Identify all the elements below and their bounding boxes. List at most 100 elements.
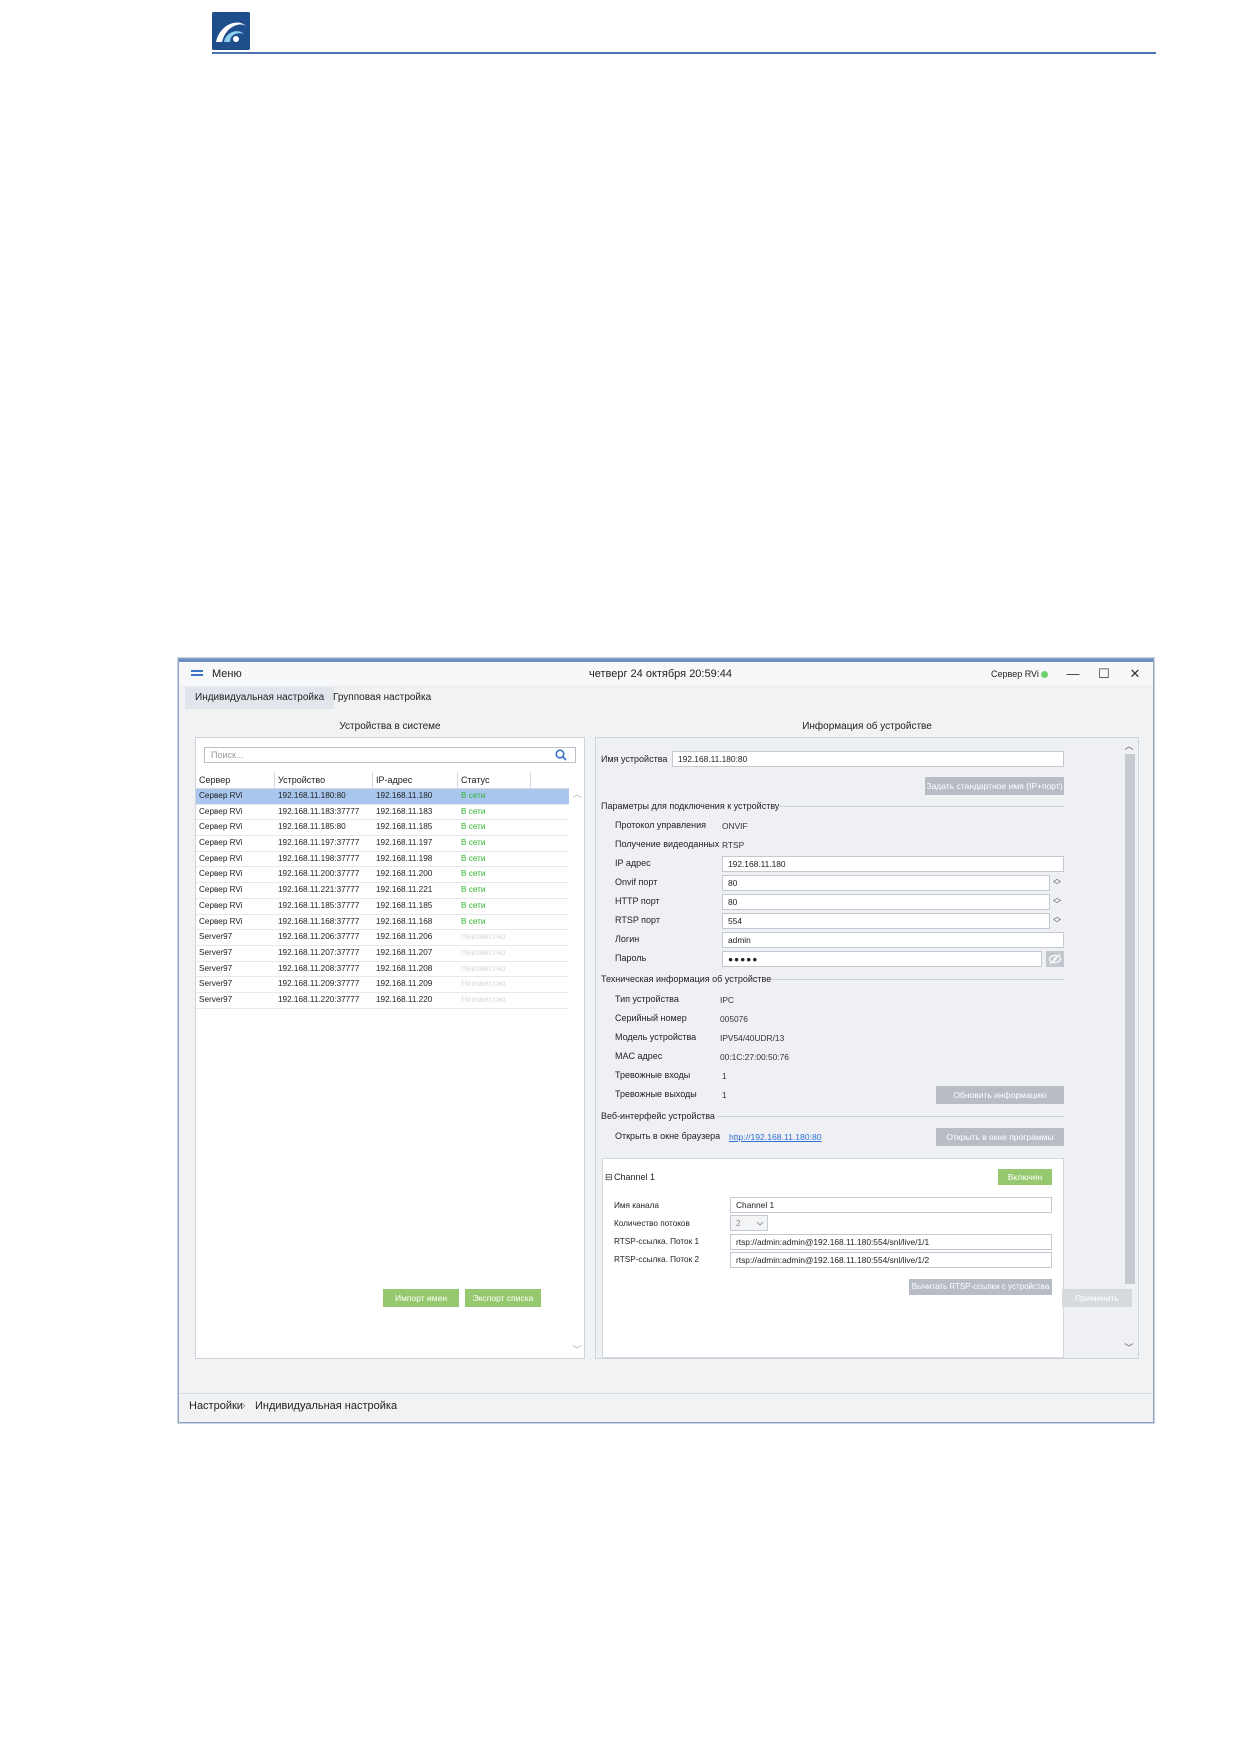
cell-device: 192.168.11.168:37777	[278, 916, 360, 926]
device-type-value: IPC	[720, 995, 734, 1005]
chevron-down-icon[interactable]	[756, 1221, 764, 1227]
table-row[interactable]: Сервер RVi 192.168.11.185:37777 192.168.11…	[196, 899, 569, 915]
ip-label: IP адрес	[615, 858, 651, 868]
table-row[interactable]: Сервер RVi 192.168.11.185:80 192.168.11.18…	[196, 820, 569, 837]
open-in-app-button[interactable]: Открыть в окне программы	[936, 1128, 1064, 1146]
maximize-button[interactable]: ☐	[1094, 665, 1114, 683]
cell-server: Сервер RVi	[199, 791, 243, 800]
import-names-button[interactable]: Импорт имен	[383, 1289, 459, 1307]
tab-group-settings[interactable]: Групповая настройка	[323, 687, 441, 709]
http-port-stepper-icon[interactable]: ︿ ﹀	[1050, 894, 1064, 910]
tech-section-divider	[771, 979, 1064, 980]
column-header-status[interactable]: Статус	[458, 772, 531, 788]
read-rtsp-links-button[interactable]: Вычитать RTSP-ссылки с устройства	[909, 1279, 1052, 1295]
cell-device: 192.168.11.207:37777	[278, 947, 360, 957]
devices-scrollbar[interactable]: ︿ ﹀	[570, 788, 584, 1358]
channel-collapse-icon[interactable]: ⊟	[605, 1172, 613, 1183]
table-row[interactable]: Server97 192.168.11.206:37777 192.168.11.2…	[196, 930, 569, 946]
cell-device: 192.168.11.183:37777	[278, 806, 360, 816]
hamburger-menu-icon[interactable]	[191, 670, 203, 678]
table-row[interactable]: Сервер RVi 192.168.11.197:37777 192.168.11…	[196, 836, 569, 852]
apply-button[interactable]: Применить	[1062, 1289, 1132, 1307]
column-header-ip[interactable]: IP-адрес	[373, 772, 458, 788]
scroll-down-icon[interactable]: ﹀	[571, 1344, 583, 1356]
cell-status: В сети	[461, 822, 486, 832]
channel-enabled-button[interactable]: Включен	[998, 1169, 1052, 1185]
table-row[interactable]: Сервер RVi 192.168.11.168:37777 192.168.11…	[196, 915, 569, 931]
search-input[interactable]	[211, 748, 541, 762]
table-row[interactable]: Сервер RVi 192.168.11.183:37777 192.168.11…	[196, 805, 569, 821]
cell-ip: 192.168.11.200	[376, 869, 433, 879]
device-type-label: Тип устройства	[615, 994, 679, 1004]
device-info-scrollbar[interactable]: ︿ ﹀	[1122, 738, 1138, 1358]
cell-status: В сети	[461, 791, 486, 800]
device-info-panel: Имя устройства 192.168.11.180:80 Задать …	[595, 737, 1139, 1359]
table-row[interactable]: Server97 192.168.11.220:37777 192.168.11.2…	[196, 993, 569, 1009]
show-password-button[interactable]	[1046, 951, 1064, 967]
cell-status: В сети	[461, 885, 486, 895]
cell-server: Server97	[199, 979, 233, 989]
cell-server: Server97	[199, 963, 233, 973]
devices-panel: Сервер Устройство IP-адрес Статус Сервер…	[195, 737, 585, 1359]
device-web-link[interactable]: http://192.168.11.180:80	[729, 1132, 822, 1142]
device-model-value: IPV54/40UDR/13	[720, 1033, 785, 1043]
login-input[interactable]: admin	[722, 932, 1064, 948]
cell-device: 192.168.11.180:80	[278, 791, 346, 800]
breadcrumb-root[interactable]: Настройки	[189, 1400, 243, 1412]
scroll-up-icon[interactable]: ︿	[1123, 740, 1135, 752]
column-header-device[interactable]: Устройство	[275, 772, 373, 788]
cell-ip: 192.168.11.185	[376, 822, 433, 832]
company-logo	[212, 12, 250, 50]
cell-status: В сети	[461, 838, 486, 848]
cell-status: Неизвестно	[461, 963, 506, 973]
onvif-port-input[interactable]: 80	[722, 875, 1050, 891]
table-row[interactable]: Server97 192.168.11.209:37777 192.168.11.2…	[196, 977, 569, 993]
rtsp-port-input[interactable]: 554	[722, 913, 1050, 929]
export-list-button[interactable]: Экспорт списка	[465, 1289, 541, 1307]
cell-device: 192.168.11.206:37777	[278, 932, 360, 942]
table-row[interactable]: Сервер RVi 192.168.11.180:80 192.168.11.18…	[196, 789, 569, 805]
password-input[interactable]: ●●●●●	[722, 951, 1042, 967]
set-default-name-button[interactable]: Задать стандартное имя (IP+порт)	[925, 777, 1064, 795]
http-port-input[interactable]: 80	[722, 894, 1050, 910]
cell-status: Неизвестно	[461, 994, 506, 1004]
alarm-outputs-label: Тревожные выходы	[615, 1089, 697, 1099]
streams-count-label: Количество потоков	[614, 1219, 690, 1228]
tab-individual-settings[interactable]: Индивидуальная настройка	[185, 687, 335, 709]
cell-status: Неизвестно	[461, 979, 506, 989]
table-row[interactable]: Сервер RVi 192.168.11.198:37777 192.168.11…	[196, 852, 569, 868]
table-row[interactable]: Сервер RVi 192.168.11.200:37777 192.168.11…	[196, 867, 569, 884]
scroll-down-icon[interactable]: ﹀	[1123, 1342, 1135, 1354]
scroll-up-icon[interactable]: ︿	[571, 788, 583, 800]
scrollbar-thumb[interactable]	[1125, 754, 1135, 1284]
table-row[interactable]: Server97 192.168.11.208:37777 192.168.11.2…	[196, 962, 569, 978]
cell-server: Сервер RVi	[199, 822, 243, 832]
cell-status: В сети	[461, 916, 486, 926]
refresh-info-button[interactable]: Обновить информацию	[936, 1086, 1064, 1104]
ip-input[interactable]: 192.168.11.180	[722, 856, 1064, 872]
cell-device: 192.168.11.221:37777	[278, 885, 360, 895]
device-info-panel-title: Информация об устройстве	[802, 721, 932, 732]
close-button[interactable]: ✕	[1125, 665, 1145, 683]
cell-ip: 192.168.11.220	[376, 994, 433, 1004]
cell-ip: 192.168.11.206	[376, 932, 433, 942]
table-row[interactable]: Server97 192.168.11.207:37777 192.168.11.2…	[196, 946, 569, 962]
cell-device: 192.168.11.198:37777	[278, 853, 360, 863]
minimize-button[interactable]: —	[1063, 665, 1083, 683]
device-name-input[interactable]: 192.168.11.180:80	[672, 751, 1064, 767]
breadcrumb-separator: ›	[242, 1400, 246, 1412]
cell-status: В сети	[461, 853, 486, 863]
onvif-port-stepper-icon[interactable]: ︿ ﹀	[1050, 875, 1064, 891]
rtsp-stream2-input[interactable]: rtsp://admin:admin@192.168.11.180:554/sn…	[730, 1252, 1052, 1268]
video-data-value: RTSP	[722, 840, 745, 850]
cell-server: Сервер RVi	[199, 900, 243, 910]
search-icon[interactable]	[555, 749, 567, 761]
channel-name-input[interactable]: Channel 1	[730, 1197, 1052, 1213]
table-row[interactable]: Сервер RVi 192.168.11.221:37777 192.168.11…	[196, 883, 569, 899]
devices-table-body: Сервер RVi 192.168.11.180:80 192.168.11.18…	[196, 789, 569, 1009]
http-port-label: HTTP порт	[615, 896, 660, 906]
column-header-server[interactable]: Сервер	[196, 772, 275, 788]
rtsp-stream1-input[interactable]: rtsp://admin:admin@192.168.11.180:554/sn…	[730, 1234, 1052, 1250]
rtsp-port-stepper-icon[interactable]: ︿ ﹀	[1050, 913, 1064, 929]
menu-button[interactable]: Меню	[212, 668, 242, 680]
